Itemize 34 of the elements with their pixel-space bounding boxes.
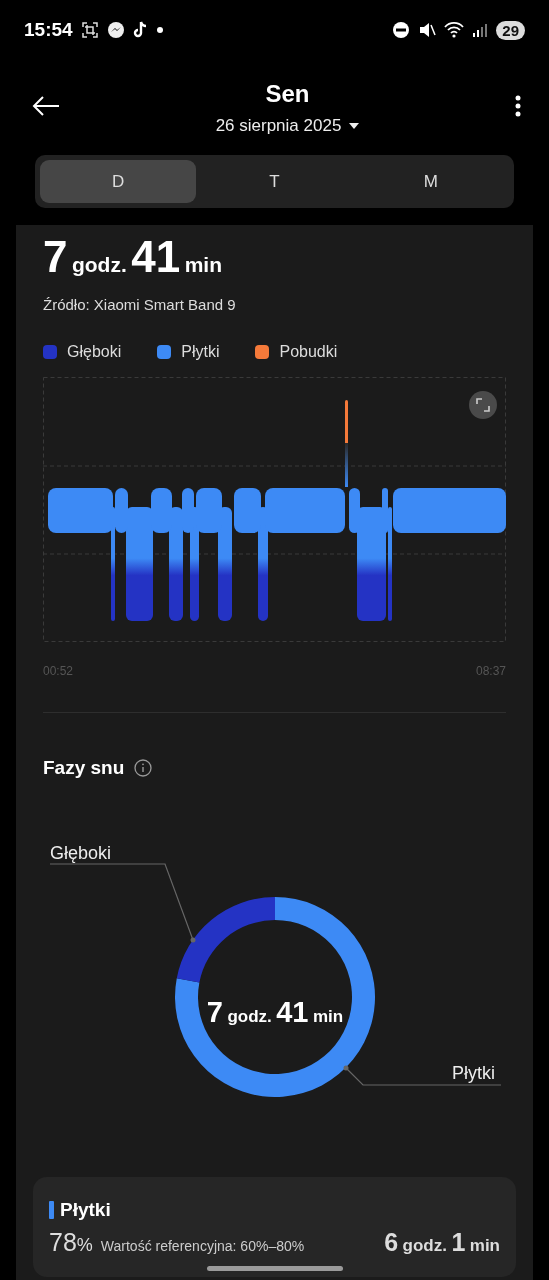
clock: 15:54 bbox=[24, 19, 73, 41]
wifi-icon bbox=[444, 21, 465, 39]
expand-button[interactable] bbox=[469, 391, 497, 419]
period-tab[interactable]: T bbox=[196, 160, 353, 203]
music-note-icon bbox=[132, 21, 149, 39]
expand-icon bbox=[476, 398, 490, 412]
dot-icon bbox=[156, 27, 163, 33]
caret-icon bbox=[349, 122, 360, 129]
section-title: Fazy snu bbox=[43, 757, 125, 779]
do-not-disturb-icon bbox=[392, 21, 411, 39]
center-duration: 7 godz.41 min bbox=[206, 995, 344, 1030]
battery-level: 29 bbox=[496, 20, 525, 40]
period-tab[interactable]: M bbox=[352, 160, 509, 203]
source-label: Źródło: Xiaomi Smart Band 9 bbox=[43, 296, 237, 313]
signal-icon bbox=[472, 22, 489, 38]
date-selector[interactable]: 26 sierpnia 2025 bbox=[215, 115, 360, 136]
mute-icon bbox=[418, 21, 437, 39]
reference-range: Wartość referencyjna: 60%–80% bbox=[100, 1238, 306, 1254]
total-sleep-duration: 7 godz.41 min bbox=[43, 231, 222, 283]
legend-label: Głęboki bbox=[67, 343, 122, 361]
legend-label: Pobudki bbox=[279, 343, 338, 361]
stage-name: Płytki bbox=[60, 1199, 111, 1221]
stage-percent: 78% bbox=[49, 1228, 93, 1257]
end-time: 08:37 bbox=[475, 664, 506, 678]
chat-bubble-icon bbox=[106, 21, 125, 39]
start-time: 00:52 bbox=[43, 664, 74, 678]
screenshot-icon bbox=[80, 21, 99, 39]
page-title: Sen bbox=[265, 79, 310, 108]
legend-label: Płytki bbox=[181, 343, 220, 361]
donut-label: Głęboki bbox=[50, 843, 112, 864]
donut-label: Płytki bbox=[452, 1063, 495, 1084]
info-icon[interactable] bbox=[134, 759, 153, 777]
stage-duration: 6 godz. 1 min bbox=[384, 1227, 500, 1258]
period-tab[interactable]: D bbox=[40, 160, 197, 203]
